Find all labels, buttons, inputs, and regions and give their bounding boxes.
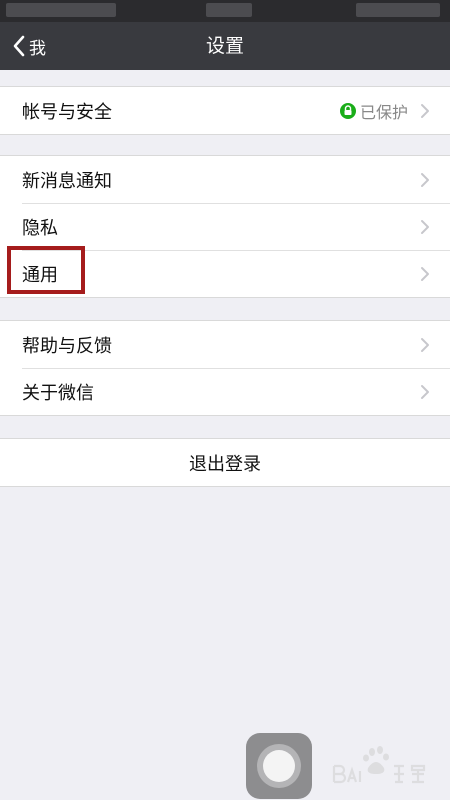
settings-item-notifications[interactable]: 新消息通知	[0, 156, 450, 203]
settings-item-label: 帐号与安全	[22, 101, 112, 123]
settings-group-general: 新消息通知 隐私 通用	[0, 155, 450, 298]
settings-group-about: 帮助与反馈 关于微信	[0, 320, 450, 416]
status-text: 已保护	[359, 102, 408, 122]
status-bar-blur-center	[206, 3, 252, 17]
settings-group-account: 帐号与安全 已保护	[0, 86, 450, 135]
settings-item-label: 通用	[22, 264, 58, 286]
chevron-right-icon	[421, 384, 429, 399]
lock-icon	[339, 102, 356, 119]
status-bar-blur-right	[356, 3, 440, 17]
settings-item-label: 关于微信	[22, 382, 94, 404]
settings-item-label: 新消息通知	[22, 170, 112, 192]
settings-item-label: 隐私	[22, 217, 58, 239]
logout-group: 退出登录	[0, 438, 450, 487]
chevron-right-icon	[421, 219, 429, 234]
chevron-right-icon	[421, 103, 429, 118]
chevron-right-icon	[421, 266, 429, 281]
assistive-touch-button[interactable]	[246, 733, 312, 799]
settings-item-about-wechat[interactable]: 关于微信	[0, 368, 450, 415]
settings-item-general[interactable]: 通用	[0, 250, 450, 297]
chevron-right-icon	[421, 337, 429, 352]
settings-item-label: 帮助与反馈	[22, 335, 112, 357]
status-bar	[0, 0, 450, 22]
navigation-bar: 我 设置	[0, 22, 450, 70]
baidu-jingyan-watermark	[332, 746, 426, 784]
status-bar-blur-left	[6, 3, 116, 17]
settings-item-account-security[interactable]: 帐号与安全 已保护	[0, 87, 450, 134]
protection-status: 已保护	[339, 99, 408, 123]
assistive-touch-icon	[257, 744, 301, 788]
settings-item-privacy[interactable]: 隐私	[0, 203, 450, 250]
chevron-right-icon	[421, 172, 429, 187]
logout-label: 退出登录	[189, 453, 261, 475]
logout-button[interactable]: 退出登录	[0, 439, 450, 486]
settings-item-help-feedback[interactable]: 帮助与反馈	[0, 321, 450, 368]
page-title: 设置	[205, 35, 244, 57]
